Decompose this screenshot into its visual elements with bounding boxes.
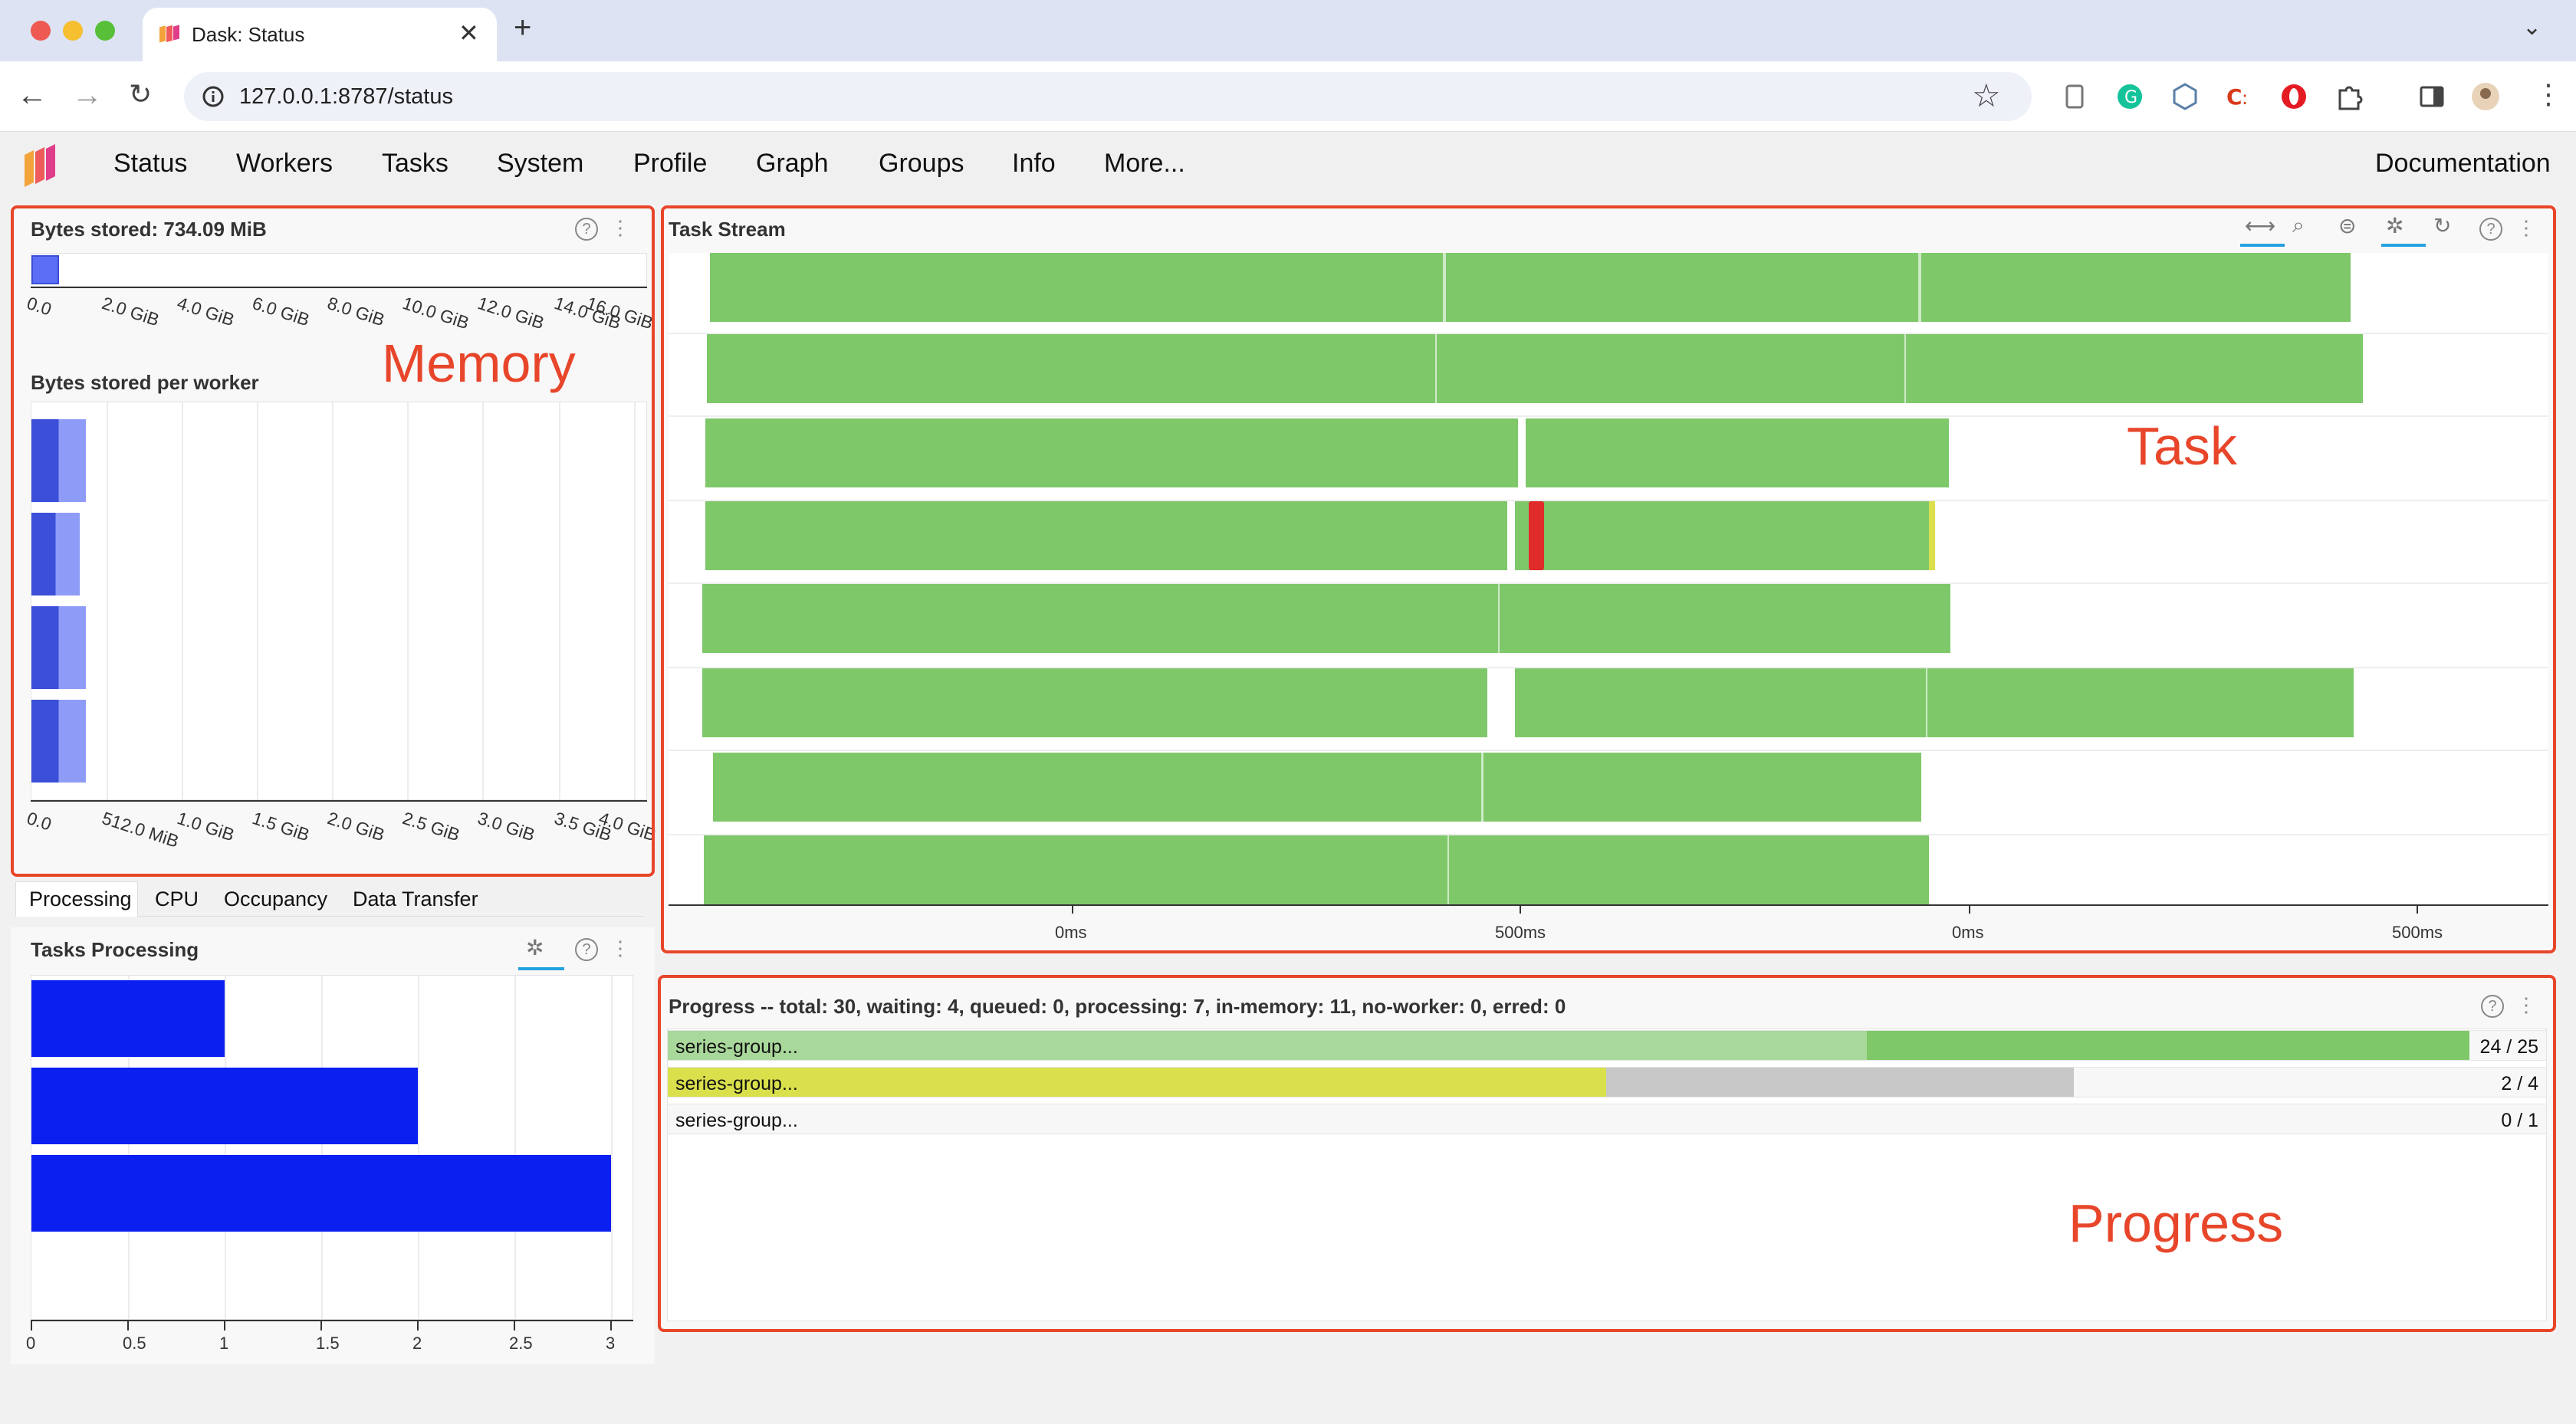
profile-avatar-icon[interactable]: [2469, 80, 2502, 113]
tick-label: 1.5: [316, 1334, 340, 1353]
svg-text::: :: [2242, 87, 2248, 109]
svg-text:C: C: [2226, 84, 2242, 110]
dask-navbar: Status Workers Tasks System Profile Grap…: [0, 132, 2576, 199]
tasks-processing-panel: Tasks Processing ✲ ? ⋮ 0 0.5 1 1.5 2 2.5 3: [11, 927, 655, 1364]
forward-arrow-icon[interactable]: →: [72, 78, 103, 113]
tab-close-icon[interactable]: ✕: [458, 18, 479, 48]
extensions-puzzle-icon[interactable]: [2332, 80, 2366, 113]
tick-label: 1: [219, 1334, 229, 1353]
tick-label: 0.5: [123, 1334, 146, 1353]
close-window-button[interactable]: [31, 21, 51, 41]
chrome-menu-icon[interactable]: ⋮: [2535, 78, 2562, 110]
tab-title: Dask: Status: [192, 23, 305, 46]
grid-line: [418, 976, 419, 1319]
tick-mark: [320, 1321, 322, 1330]
zoom-window-button[interactable]: [95, 21, 115, 41]
minimize-window-button[interactable]: [63, 21, 83, 41]
grid-line: [514, 976, 516, 1319]
tab-processing[interactable]: Processing: [29, 888, 132, 911]
grid-line: [611, 976, 613, 1319]
tick-mark: [127, 1321, 129, 1330]
reader-extension-icon[interactable]: [2058, 80, 2091, 113]
dask-logo-icon: [25, 144, 55, 187]
nav-more[interactable]: More...: [1104, 149, 1185, 179]
tick-label: 2: [412, 1334, 422, 1353]
browser-toolbar: ← → ↻ 127.0.0.1:8787/status ☆ G C: ⋮: [0, 61, 2576, 132]
new-tab-icon[interactable]: +: [514, 11, 531, 45]
side-panel-icon[interactable]: [2415, 80, 2449, 113]
left-tab-bar: Processing CPU Occupancy Data Transfer: [15, 881, 644, 917]
memory-highlight-box: [11, 205, 655, 877]
url-text: 127.0.0.1:8787/status: [239, 84, 453, 109]
svg-text:G: G: [2124, 88, 2137, 107]
browser-tab-strip: Dask: Status ✕ + ⌄: [0, 0, 2576, 61]
tab-search-icon[interactable]: ⌄: [2522, 14, 2542, 41]
nav-graph[interactable]: Graph: [756, 149, 829, 179]
tab-occupancy[interactable]: Occupancy: [224, 888, 327, 911]
grid-line: [321, 976, 323, 1319]
back-arrow-icon[interactable]: ←: [17, 78, 48, 113]
panel-menu-icon[interactable]: ⋮: [610, 937, 630, 960]
bookmark-star-icon[interactable]: ☆: [1972, 77, 2001, 114]
tick-label: 2.5: [509, 1334, 533, 1353]
dask-favicon-icon: [159, 25, 179, 43]
address-bar[interactable]: 127.0.0.1:8787/status ☆: [184, 72, 2032, 121]
task-highlight-box: [661, 205, 2556, 953]
reload-icon[interactable]: ↻: [129, 78, 152, 110]
nav-status[interactable]: Status: [113, 149, 187, 179]
opera-extension-icon[interactable]: [2277, 80, 2311, 113]
hover-tool-icon[interactable]: ✲: [526, 935, 544, 960]
tick-mark: [224, 1321, 225, 1330]
tick-mark: [514, 1321, 515, 1330]
nav-info[interactable]: Info: [1012, 149, 1056, 179]
active-tool-indicator: [518, 967, 564, 970]
tick-label: 0: [26, 1334, 36, 1353]
processing-bar[interactable]: [31, 1155, 611, 1232]
tick-mark: [31, 1321, 32, 1330]
nav-documentation[interactable]: Documentation: [2375, 149, 2551, 179]
grid-line: [225, 976, 226, 1319]
processing-bar[interactable]: [31, 1068, 418, 1144]
tab-data-transfer[interactable]: Data Transfer: [353, 888, 478, 911]
nav-profile[interactable]: Profile: [633, 149, 707, 179]
grammarly-extension-icon[interactable]: G: [2113, 80, 2147, 113]
nav-system[interactable]: System: [497, 149, 583, 179]
hexagon-extension-icon[interactable]: [2168, 80, 2202, 113]
progress-highlight-box: [658, 975, 2556, 1332]
nav-workers[interactable]: Workers: [236, 149, 333, 179]
nav-tasks[interactable]: Tasks: [382, 149, 449, 179]
tick-mark: [610, 1321, 612, 1330]
tasks-processing-title: Tasks Processing: [31, 938, 199, 961]
processing-bar[interactable]: [31, 980, 225, 1057]
tasks-processing-plot: [31, 975, 633, 1320]
tick-mark: [417, 1321, 419, 1330]
browser-tab[interactable]: Dask: Status ✕: [143, 8, 497, 61]
tab-cpu[interactable]: CPU: [155, 888, 199, 911]
nav-groups[interactable]: Groups: [879, 149, 964, 179]
help-icon[interactable]: ?: [575, 938, 598, 961]
code-extension-icon[interactable]: C:: [2222, 80, 2256, 113]
tick-label: 3: [606, 1334, 616, 1353]
processing-ticks: 0 0.5 1 1.5 2 2.5 3: [26, 1321, 644, 1353]
site-info-icon[interactable]: [199, 83, 227, 110]
